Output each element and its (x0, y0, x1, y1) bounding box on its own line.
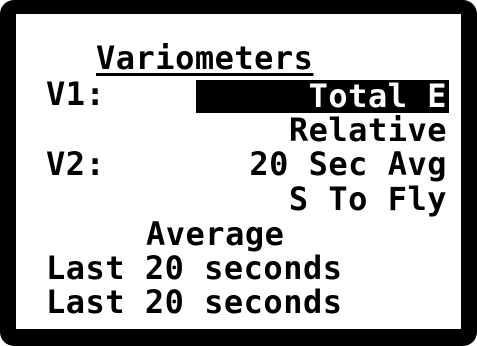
screen-title: Variometers (96, 39, 314, 77)
v2-label: V2: (46, 145, 106, 183)
average-line-2[interactable]: Last 20 seconds (46, 286, 342, 318)
v1-option-relative[interactable]: Relative (289, 114, 447, 146)
v2-option-s-to-fly[interactable]: S To Fly (289, 183, 447, 215)
v2-selected-option[interactable]: 20 Sec Avg (249, 148, 447, 180)
average-line-1[interactable]: Last 20 seconds (46, 252, 342, 284)
v1-selected-option[interactable]: Total E (196, 80, 449, 113)
v1-label: V1: (46, 75, 106, 113)
average-heading: Average (146, 215, 285, 253)
lcd-screen: Variometers V1: Total E Relative V2: 20 … (0, 0, 477, 346)
